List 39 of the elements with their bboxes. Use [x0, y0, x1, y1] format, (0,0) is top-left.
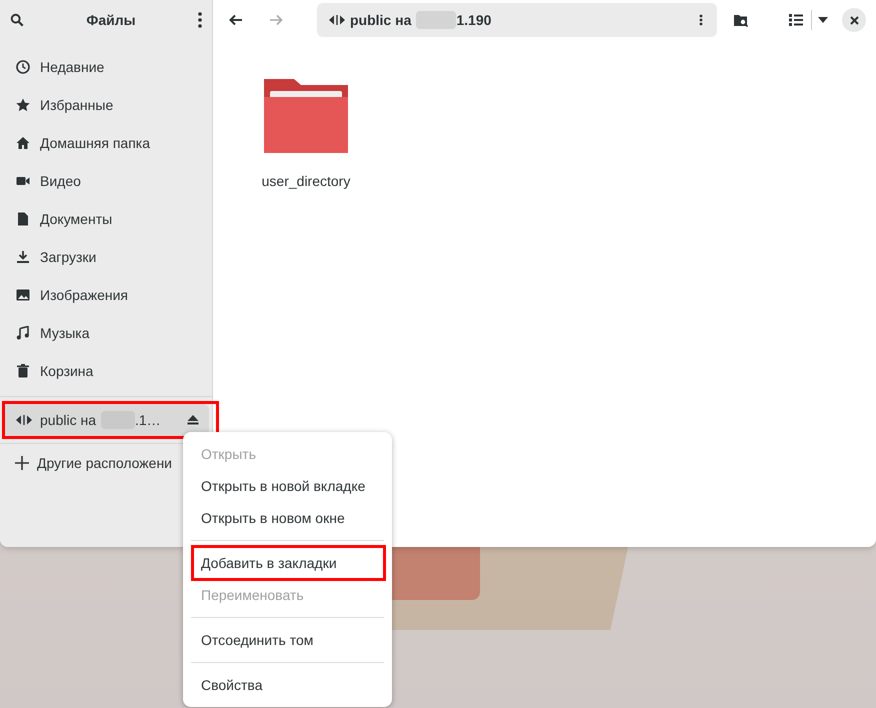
menu-item[interactable]: Свойства [183, 669, 392, 701]
star-icon [16, 98, 30, 112]
document-icon [16, 212, 30, 226]
home-icon [16, 136, 30, 150]
sidebar-item[interactable]: Изображения [0, 276, 212, 314]
clock-icon [16, 60, 30, 74]
search-icon[interactable] [10, 13, 24, 27]
menu-item[interactable]: Открыть в новой вкладке [183, 470, 392, 502]
sidebar-item[interactable]: Корзина [0, 352, 212, 390]
sidebar-item[interactable]: Музыка [0, 314, 212, 352]
close-icon [850, 16, 858, 24]
sidebar-item[interactable]: Загрузки [0, 238, 212, 276]
music-note-icon [16, 326, 30, 340]
video-camera-icon [16, 174, 30, 188]
dropdown-caret-icon[interactable] [818, 17, 828, 23]
sidebar-item[interactable]: Домашняя папка [0, 124, 212, 162]
network-share-icon [329, 15, 345, 25]
trash-icon [16, 364, 30, 378]
path-bar[interactable]: public на 1.190 [317, 3, 717, 37]
menu-icon[interactable] [198, 12, 202, 28]
download-icon [16, 250, 30, 264]
file-name[interactable]: user_directory [262, 171, 350, 192]
more-options-icon[interactable] [699, 14, 703, 26]
eject-icon[interactable] [187, 415, 199, 425]
back-arrow-icon[interactable] [229, 14, 243, 26]
close-button[interactable] [842, 8, 866, 32]
sidebar-item[interactable]: Недавние [0, 48, 212, 86]
sidebar-item[interactable]: Избранные [0, 86, 212, 124]
sidebar-item[interactable]: Видео [0, 162, 212, 200]
folder-search-icon[interactable] [733, 12, 749, 28]
menu-item[interactable]: Добавить в закладки [183, 547, 392, 579]
menu-item[interactable]: Открыть в новом окне [183, 502, 392, 534]
sidebar-item[interactable]: Документы [0, 200, 212, 238]
window-title: Файлы [86, 10, 136, 30]
menu-item[interactable]: Отсоединить том [183, 624, 392, 656]
image-icon [16, 288, 30, 302]
plus-icon [15, 456, 29, 470]
list-view-icon[interactable] [789, 13, 803, 27]
network-share-icon [16, 415, 32, 425]
